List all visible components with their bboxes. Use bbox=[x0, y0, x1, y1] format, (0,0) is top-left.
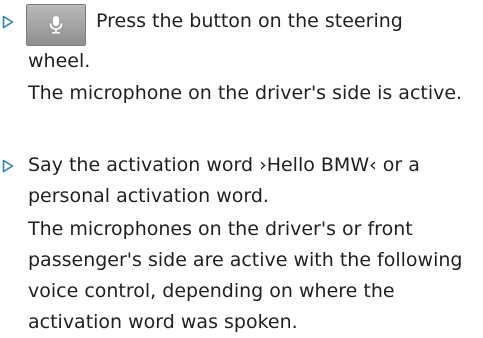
step-1-result: The microphone on the driver's side is a… bbox=[28, 82, 463, 104]
voice-button bbox=[26, 4, 86, 46]
microphone-icon bbox=[49, 16, 63, 34]
step-1-action: Press the button on the steering wheel. bbox=[26, 4, 468, 77]
step-2-action: Say the activation word ›Hello BMW‹ or a… bbox=[28, 154, 420, 207]
step-1: Press the button on the steering wheel. bbox=[2, 4, 468, 77]
step-2: Say the activation word ›Hello BMW‹ or a… bbox=[2, 150, 468, 212]
bullet-triangle-icon bbox=[2, 6, 16, 37]
bullet-triangle-icon bbox=[2, 150, 16, 181]
step-2-result: The microphones on the driver's or front… bbox=[28, 218, 463, 333]
